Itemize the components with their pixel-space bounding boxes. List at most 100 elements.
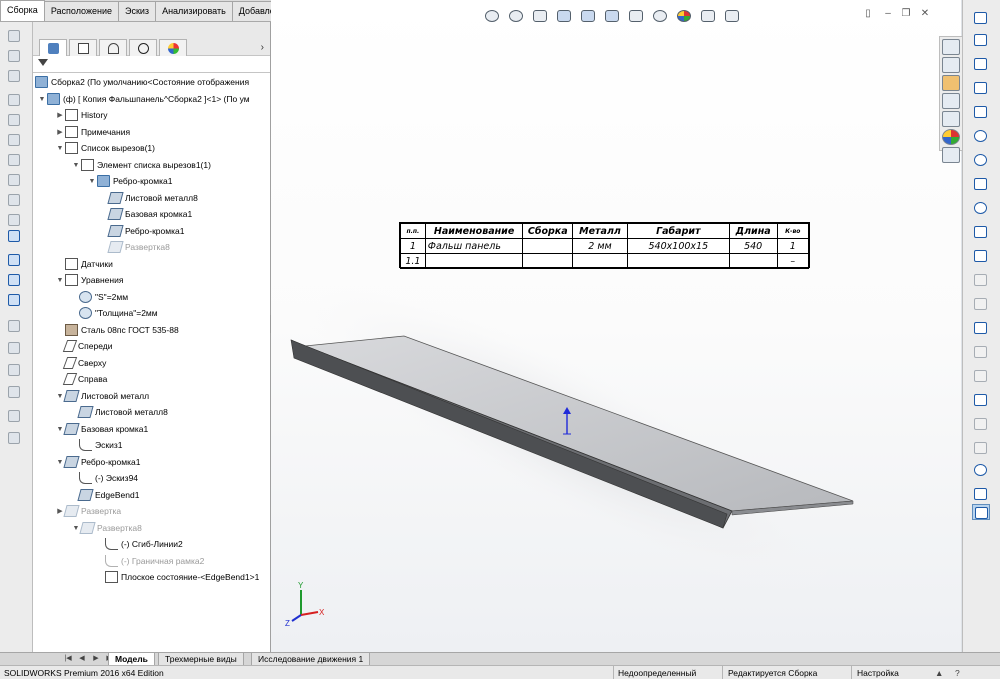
help-icon[interactable]: ? bbox=[955, 668, 960, 678]
search-results-icon[interactable] bbox=[942, 111, 960, 127]
tab-layout[interactable]: Расположение bbox=[43, 1, 119, 21]
chevron-right-icon[interactable]: › bbox=[261, 42, 264, 53]
move-entities-icon[interactable] bbox=[972, 462, 990, 478]
tree-item[interactable]: Спереди bbox=[62, 338, 112, 354]
circle-icon[interactable] bbox=[972, 128, 990, 144]
insert-component-icon[interactable] bbox=[6, 28, 24, 44]
previous-tab-icon[interactable]: ◀ bbox=[76, 654, 88, 664]
expand-icon[interactable]: ▼ bbox=[37, 96, 47, 103]
table-row[interactable]: 1 Фальш панель 2 мм 540x100x15 540 1 bbox=[400, 238, 810, 254]
bill-of-materials-icon[interactable] bbox=[6, 212, 24, 228]
next-tab-icon[interactable]: ▶ bbox=[90, 654, 102, 664]
tree-item[interactable]: Листовой металл8 bbox=[107, 190, 198, 206]
hole-alignment-icon[interactable] bbox=[6, 384, 24, 400]
smart-dimension-icon[interactable] bbox=[972, 32, 990, 48]
solidworks-resources-icon[interactable] bbox=[942, 39, 960, 55]
expand-icon[interactable]: ▼ bbox=[55, 145, 65, 152]
tree-item[interactable]: ▼ Уравнения bbox=[55, 272, 123, 288]
tree-item[interactable]: Датчики bbox=[65, 256, 113, 272]
tree-filter[interactable] bbox=[33, 56, 270, 73]
tree-item[interactable]: Листовой металл8 bbox=[77, 404, 168, 420]
tree-item[interactable]: Эскиз1 bbox=[79, 437, 122, 453]
quick-snaps-icon[interactable] bbox=[972, 504, 990, 520]
chevron-up-icon[interactable]: ▲ bbox=[935, 668, 943, 678]
measure-icon[interactable] bbox=[6, 408, 24, 424]
linear-pattern-icon[interactable] bbox=[6, 68, 24, 84]
dimxpert-tab[interactable] bbox=[129, 39, 157, 56]
text-icon[interactable] bbox=[972, 272, 990, 288]
display-relations-icon[interactable] bbox=[972, 486, 990, 502]
slot-icon[interactable] bbox=[972, 104, 990, 120]
tree-item[interactable]: ▶ Развертка bbox=[55, 503, 121, 519]
clearance-icon[interactable] bbox=[6, 362, 24, 378]
file-explorer-icon[interactable] bbox=[942, 75, 960, 91]
large-assembly-icon[interactable] bbox=[6, 318, 24, 334]
tree-item[interactable]: EdgeBend1 bbox=[77, 487, 139, 503]
tree-item[interactable]: "S"=2мм bbox=[79, 289, 128, 305]
spline-icon[interactable] bbox=[972, 176, 990, 192]
expand-icon[interactable]: ▶ bbox=[55, 128, 65, 136]
update-speedpak-icon[interactable] bbox=[6, 272, 24, 288]
reference-geometry-icon[interactable] bbox=[6, 172, 24, 188]
smart-fasteners-icon[interactable] bbox=[6, 92, 24, 108]
configurationmanager-tab[interactable] bbox=[99, 39, 127, 56]
sheet-metal-part[interactable]: Y X Z bbox=[271, 0, 961, 652]
linear-sketch-pattern-icon[interactable] bbox=[972, 440, 990, 456]
featuremanager-tab[interactable] bbox=[39, 39, 67, 56]
tree-item[interactable]: ▼ Список вырезов(1) bbox=[55, 140, 155, 156]
sketch-icon[interactable] bbox=[972, 10, 990, 26]
propertymanager-tab[interactable] bbox=[69, 39, 97, 56]
trim-entities-icon[interactable] bbox=[972, 344, 990, 360]
tree-item[interactable]: ▼ Базовая кромка1 bbox=[55, 421, 148, 437]
ellipse-icon[interactable] bbox=[972, 200, 990, 216]
expand-icon[interactable]: ▼ bbox=[71, 162, 81, 169]
tree-item[interactable]: ▼ Элемент списка вырезов1(1) bbox=[71, 157, 211, 173]
table-row[interactable]: 1.1 – bbox=[400, 253, 810, 269]
tree-item[interactable]: "Толщина"=2мм bbox=[79, 305, 158, 321]
tree-item[interactable]: Базовая кромка1 bbox=[107, 206, 192, 222]
tree-item[interactable]: Ребро-кромка1 bbox=[107, 223, 184, 239]
show-hidden-icon[interactable] bbox=[6, 132, 24, 148]
appearances-icon[interactable] bbox=[942, 129, 960, 145]
interference-icon[interactable] bbox=[6, 340, 24, 356]
tree-item[interactable]: Сталь 08пс ГОСТ 535-88 bbox=[65, 322, 179, 338]
expand-icon[interactable]: ▶ bbox=[55, 111, 65, 119]
tree-item[interactable]: ▶ Примечания bbox=[55, 124, 130, 140]
tree-item[interactable]: ▼ Листовой металл bbox=[55, 388, 149, 404]
exploded-view-icon[interactable] bbox=[6, 228, 24, 244]
tree-root[interactable]: Сборка2 (По умолчанию<Состояние отображе… bbox=[35, 74, 249, 90]
mass-properties-icon[interactable] bbox=[6, 430, 24, 446]
move-component-icon[interactable] bbox=[6, 112, 24, 128]
instant3d-icon[interactable] bbox=[6, 252, 24, 268]
custom-properties-icon[interactable] bbox=[942, 147, 960, 163]
tree-item[interactable]: ▼ Ребро-кромка1 bbox=[55, 454, 140, 470]
bill-of-materials-table[interactable]: п.п. Наименование Сборка Металл Габарит … bbox=[399, 222, 810, 269]
arc-icon[interactable] bbox=[972, 152, 990, 168]
design-library-icon[interactable] bbox=[942, 57, 960, 73]
mirror-entities-icon[interactable] bbox=[972, 416, 990, 432]
offset-entities-icon[interactable] bbox=[972, 392, 990, 408]
tree-item[interactable]: (-) Граничная рамка2 bbox=[105, 553, 204, 569]
polygon-icon[interactable] bbox=[972, 248, 990, 264]
assembly-features-icon[interactable] bbox=[6, 152, 24, 168]
view-palette-icon[interactable] bbox=[942, 93, 960, 109]
tree-item[interactable]: Сверху bbox=[62, 355, 106, 371]
tab-evaluate[interactable]: Анализировать bbox=[155, 1, 233, 21]
tree-item[interactable]: Справа bbox=[62, 371, 107, 387]
new-motion-study-icon[interactable] bbox=[6, 192, 24, 208]
expand-icon[interactable]: ▼ bbox=[87, 178, 97, 185]
tab-sketch[interactable]: Эскиз bbox=[118, 1, 157, 21]
take-snapshot-icon[interactable] bbox=[6, 292, 24, 308]
tree-item[interactable]: (-) Эскиз94 bbox=[79, 470, 138, 486]
displaymanager-tab[interactable] bbox=[159, 39, 187, 56]
convert-entities-icon[interactable] bbox=[972, 368, 990, 384]
first-tab-icon[interactable]: |◀ bbox=[62, 654, 74, 664]
tree-item[interactable]: Плоское состояние-<EdgeBend1>1 bbox=[105, 569, 259, 585]
units-settings[interactable]: Настройка bbox=[857, 668, 899, 678]
rectangle-icon[interactable] bbox=[972, 80, 990, 96]
mate-icon[interactable] bbox=[6, 48, 24, 64]
point-icon[interactable] bbox=[972, 296, 990, 312]
fillet-icon[interactable] bbox=[972, 224, 990, 240]
line-icon[interactable] bbox=[972, 56, 990, 72]
expand-icon[interactable]: ▼ bbox=[55, 277, 65, 284]
